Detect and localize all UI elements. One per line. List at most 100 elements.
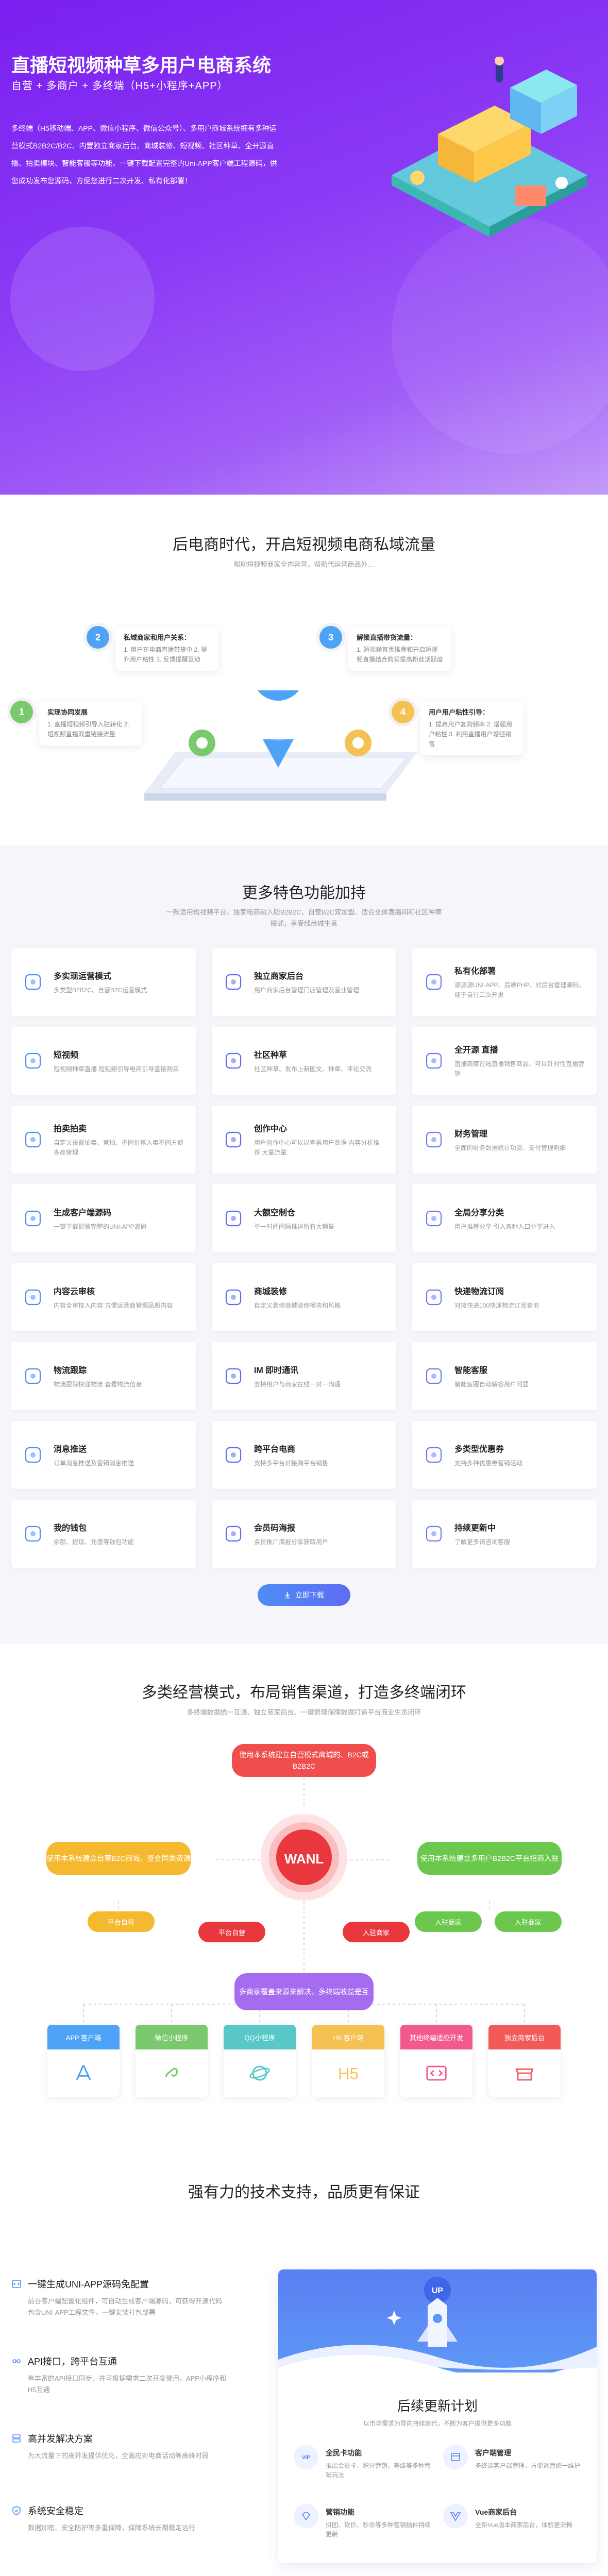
feature-desc: 源源源UNI-APP、后端PHP、对后台管理源码、便于自行二次开发 [454, 981, 585, 998]
download-button[interactable]: 立即下载 [258, 1584, 350, 1606]
feature-desc: 用户商家后台管理门店管理及营业管理 [254, 986, 360, 994]
tech-feature-title: 高并发解决方案 [28, 2434, 93, 2444]
feature-card[interactable]: 持续更新中 了解更多请咨询客服 [412, 1500, 597, 1568]
feature-desc: 多类型B2B2C、自营B2C运营模式 [54, 986, 147, 994]
feature-card[interactable]: 多类型优惠券 支持多种优惠券营销活动 [412, 1421, 597, 1489]
im-icon [225, 1368, 242, 1384]
create-icon [225, 1131, 242, 1148]
hero-subtitle: 自营 + 多商户 + 多终端（H5+小程序+APP） [11, 80, 228, 92]
tag-merchant: 入驻商家 [343, 1922, 410, 1942]
feature-card[interactable]: 商城装修 自定义装修商城装修模块和风格 [212, 1263, 396, 1331]
section-subtitle: 一款适用短视频平台、独家电商融入版B2B2C、自营B2C双加盟、适合全体直播间和… [166, 908, 442, 927]
plan-item: Vue商家后台 全新Vue版本商家后台，体验更流畅 [443, 2504, 582, 2555]
feature-card[interactable]: 短视频 短视频种草直播 短视频引导电商引导直接购买 [11, 1027, 196, 1095]
feature-card[interactable]: 全开源 直播 直播商家在线直播销售商品、可以针对性直播营销 [412, 1027, 597, 1095]
feature-card[interactable]: 拍卖拍卖 自定义设置拍卖、竞拍、不同价格入卖不同方便多商管理 [11, 1106, 196, 1174]
plan-item-title: 全民卡功能 [326, 2449, 362, 2457]
feature-title: 消息推送 [54, 1445, 87, 1454]
feature-card[interactable]: IM 即时通讯支持用户与商家在线一对一沟通 [212, 1342, 396, 1410]
feature-desc: 余额、提现、充值等钱包功能 [54, 1538, 134, 1546]
seller-icon [515, 2068, 534, 2081]
svg-text:H5: H5 [338, 2065, 359, 2083]
feature-card[interactable]: 创作中心 用户创作中心可以以查看用户数据 内容分析推荐 大量流量 [212, 1106, 396, 1174]
feature-desc: 了解更多请咨询客服 [454, 1538, 511, 1546]
feature-card[interactable]: 财务管理 全面的财务数据统计功能、支付管理明细 [412, 1106, 597, 1174]
miniprogram-icon [165, 2067, 178, 2077]
download-label: 立即下载 [295, 1591, 324, 1599]
review-icon [25, 1289, 41, 1306]
plan-item: VIP 全民卡功能 推出会员卡、积分营销、等级等多种营销玩法 [294, 2445, 433, 2496]
tag-self-operated: 平台自营 [88, 1911, 155, 1932]
feature-title: 我的钱包 [54, 1523, 87, 1533]
feature-desc: 支持用户与商家在线一对一沟通 [254, 1380, 341, 1388]
api-icon [12, 2359, 21, 2363]
plan-item: 客户端管理多终端客户端管理，方便运营统一维护 [443, 2445, 582, 2496]
feature-card[interactable]: 内容云审核内容全审核入内容 方便运营商管理品质内容 [11, 1263, 196, 1331]
time-icon [225, 1210, 242, 1227]
feature-card[interactable]: 独立商家后台 用户商家后台管理门店管理及营业管理 [212, 948, 396, 1016]
feature-desc: 短视频种草直播 短视频引导电商引导直接购买 [54, 1065, 179, 1073]
step-desc: 1. 直播短视频引导入驻转化 2. 短视频直播双重链接流量 [47, 721, 129, 738]
plan-title: 后续更新计划 [397, 2398, 478, 2414]
feature-card[interactable]: 全局分享分类 用户推荐分享 引入各种入口分享进入 [412, 1184, 597, 1252]
feature-card[interactable]: 多实现运营模式 多类型B2B2C、自营B2C运营模式 [11, 948, 196, 1016]
video-icon [25, 1053, 41, 1069]
feature-card[interactable]: 物流跟踪 物流跟踪快递物流 查看物流信息 [11, 1342, 196, 1410]
feature-title: 会员码海报 [254, 1523, 296, 1533]
bottom-node: 多商家覆盖来源来解决，多终端收益是互 [234, 1973, 374, 2010]
appstore-icon [76, 2064, 91, 2080]
code-icon [25, 1210, 41, 1227]
feature-title: 拍卖拍卖 [54, 1125, 87, 1133]
hero-title: 直播短视频种草多用户电商系统 [11, 55, 272, 76]
feature-title: 全开源 直播 [454, 1046, 498, 1055]
section-subtitle: 帮助短视频商家全内容营，帮助代运营商品外… [233, 561, 375, 568]
feature-title: 全局分享分类 [454, 1208, 504, 1217]
feature-card[interactable]: 跨平台电商 支持多平台对接跨平台销售 [212, 1421, 396, 1489]
express-icon [426, 1289, 442, 1306]
tech-feature-title: API接口，跨平台互通 [28, 2357, 117, 2367]
terminal-label: QQ小程序 [224, 2025, 296, 2049]
feature-desc: 会员推广海报分享获取用户 [254, 1538, 329, 1546]
tech-feature: 系统安全稳定 数据加密、安全防护等多重保障，保障系统长期稳定运行 [11, 2504, 228, 2534]
feature-card[interactable]: 智能客服 智能客服自动解答用户问题 [412, 1342, 597, 1410]
tech-feature-desc: 前台客户端配置化组件，可自动生成客户端源码，可获得开源代码包含UNI-APP工程… [28, 2297, 223, 2316]
tech-feature-desc: 数据加密、安全防护等多重保障，保障系统长期稳定运行 [28, 2524, 196, 2532]
tech-section: 强有力的技术支持，品质更有保证 一键生成UNI-APP源码免配置 前台客户端配置… [0, 2148, 608, 2576]
feature-card[interactable]: 大额空制仓单一时间间隔推送所有大额量 [212, 1184, 396, 1252]
tech-feature-desc: 为大流量下的高并发提供优化，全面应对电商活动等高峰时段 [28, 2452, 209, 2460]
track-icon [25, 1368, 41, 1384]
tech-feature: API接口，跨平台互通 有丰富的API接口同步，并可根据需求二次开发使用，APP… [11, 2354, 228, 2396]
feature-title: 内容云审核 [54, 1287, 95, 1296]
feature-card[interactable]: 消息推送 订单消息推送及营销消息推送 [11, 1421, 196, 1489]
deploy-icon [426, 974, 442, 990]
step-card: 私域商家和用户关系： 1. 用户在电商直播带货中 2. 提升用户粘性 3. 反馈提… [115, 626, 218, 671]
svg-text:VIP: VIP [302, 2455, 310, 2461]
step-title: 解锁直播带货流量： [357, 634, 417, 641]
feature-desc: 单一时间间隔推送所有大额量 [254, 1223, 335, 1230]
tag-merchant: 入驻商家 [415, 1911, 482, 1932]
feature-card[interactable]: 生成客户端源码 一键下载配置完整的UNI-APP源码 [11, 1184, 196, 1252]
plan-item: 营销功能 拼团、砍价、秒杀等多种营销插件持续更新 [294, 2504, 433, 2555]
step-desc: 1. 提高用户复购频率 2. 增强用户粘性 3. 利用直播用户增强销售 [429, 721, 513, 748]
decor-circle [392, 216, 608, 453]
phone-illustration [144, 690, 417, 801]
feature-title: IM 即时通讯 [254, 1366, 299, 1375]
feature-card[interactable]: 会员码海报会员推广海报分享获取用户 [212, 1500, 396, 1568]
tech-feature: 一键生成UNI-APP源码免配置 前台客户端配置化组件，可自动生成客户端源码，可… [11, 2277, 228, 2318]
terminal-label: APP 客户端 [47, 2025, 120, 2049]
feature-desc: 社区种草、发布上新图文、种草、评论交流 [254, 1065, 372, 1073]
feature-card[interactable]: 社区种草 社区种草、发布上新图文、种草、评论交流 [212, 1027, 396, 1095]
coupon-icon [426, 1447, 442, 1463]
feature-card[interactable]: 快递物流订阅 对接快递100快递物流订阅查询 [412, 1263, 597, 1331]
feature-card[interactable]: 私有化部署 源源源UNI-APP、后端PHP、对后台管理源码、便于自行二次开发 [412, 948, 597, 1016]
terminal-label: 独立商家后台 [488, 2025, 561, 2049]
terminal-card: 独立商家后台 [488, 2025, 561, 2097]
feature-title: 大额空制仓 [254, 1208, 296, 1217]
feature-desc: 内容全审核入内容 方便运营商管理品质内容 [54, 1301, 173, 1309]
community-icon [225, 1053, 242, 1069]
plan-item-title: 客户端管理 [475, 2449, 511, 2457]
terminal-label: 其他终端适应开发 [400, 2025, 472, 2049]
plan-item-desc: 多终端客户端管理，方便运营统一维护 [475, 2462, 581, 2469]
feature-title: 智能客服 [454, 1366, 488, 1375]
feature-card[interactable]: 我的钱包余额、提现、充值等钱包功能 [11, 1500, 196, 1568]
